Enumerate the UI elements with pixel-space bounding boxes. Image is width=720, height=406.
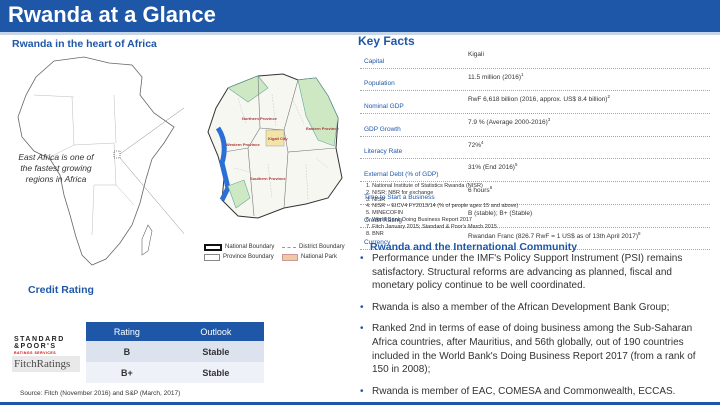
- fact-value: RwF 6,618 billion (2016, approx. US$ 8.4…: [468, 94, 610, 104]
- legend-swatch-province: [204, 253, 220, 261]
- sp-logo-line2: &POOR'S: [14, 343, 57, 350]
- col-rating-header: Rating: [86, 322, 168, 341]
- table-row: B Stable: [86, 341, 264, 362]
- label-kigali: Kigali City: [268, 136, 288, 141]
- footnote: 7. Fitch January 2015; Standard & Poor's…: [366, 223, 497, 230]
- legend-swatch-national: [204, 243, 222, 251]
- fact-label: Literacy Rate: [364, 148, 403, 156]
- footnote: 1. National Institute of Statistics Rwan…: [366, 183, 483, 189]
- fact-label: Population: [364, 80, 395, 88]
- outlook-cell: Stable: [167, 341, 264, 362]
- fact-value: Kigali: [468, 51, 484, 59]
- madagascar-outline: [141, 224, 153, 256]
- fact-row: Literacy Rate 72%4: [360, 137, 710, 160]
- fact-row: GDP Growth 7.9 % (Average 2000-2016)3: [360, 114, 710, 137]
- map-legend: National Boundary District Boundary Prov…: [204, 242, 360, 262]
- fact-value: 31% (End 2016)5: [468, 162, 518, 172]
- col-outlook-header: Outlook: [167, 322, 264, 341]
- title-bar: Rwanda at a Glance: [0, 0, 720, 32]
- fact-row: Capital Kigali: [360, 46, 710, 69]
- legend-province-boundary: Province Boundary: [223, 254, 274, 260]
- label-southern: Southern Province: [250, 176, 286, 181]
- fact-label: Nominal GDP: [364, 103, 404, 111]
- page-title: Rwanda at a Glance: [8, 2, 216, 27]
- legend-swatch-park: [282, 253, 298, 261]
- community-bullets: Performance under the IMF's Policy Suppo…: [358, 252, 708, 406]
- footnote: 4. NISR – EICV4 FY2013/14 (% of people a…: [366, 203, 519, 210]
- table-row: B+ Stable: [86, 362, 264, 383]
- outlook-cell: Stable: [167, 362, 264, 383]
- fact-value: 11.5 million (2016)1: [468, 71, 524, 81]
- east-africa-note: East Africa is one of the fastest growin…: [18, 152, 94, 184]
- credit-rating-table: Rating Outlook B Stable B+ Stable: [86, 322, 264, 383]
- fact-row: Population 11.5 million (2016)1: [360, 69, 710, 92]
- sp-logo: STANDARD &POOR'S RATINGS SERVICES: [14, 336, 65, 357]
- fact-row: External Debt (% of GDP) 31% (End 2016)5: [360, 159, 710, 183]
- footnote: 8. BNR: [366, 230, 384, 237]
- legend-national-park: National Park: [301, 254, 338, 260]
- bullet-item: Rwanda is also a member of the African D…: [358, 301, 708, 315]
- fact-label: Capital: [364, 57, 385, 65]
- fact-value: 72%4: [468, 139, 484, 149]
- rating-cell: B: [86, 341, 168, 362]
- rwanda-map: Northern Province Eastern Province Weste…: [207, 73, 343, 219]
- fitch-logo: FitchRatings: [12, 356, 80, 372]
- legend-district-boundary: District Boundary: [299, 244, 345, 250]
- fact-label: External Debt (% of GDP): [364, 171, 439, 179]
- key-facts-footnotes: 1. National Institute of Statistics Rwan…: [366, 183, 518, 237]
- sp-logo-line1: STANDARD: [14, 336, 65, 343]
- fact-label: GDP Growth: [364, 125, 401, 133]
- label-northern: Northern Province: [242, 116, 278, 121]
- label-eastern: Eastern Province: [306, 126, 339, 131]
- footnote: 3. NISR: [366, 196, 386, 203]
- fact-value: 7.9 % (Average 2000-2016)3: [468, 117, 551, 127]
- bullet-item: Performance under the IMF's Policy Suppo…: [358, 252, 708, 293]
- fact-row: Nominal GDP RwF 6,618 billion (2016, app…: [360, 91, 710, 115]
- source-note: Source: Fitch (November 2016) and S&P (M…: [20, 390, 181, 397]
- bullet-item: Rwanda is member of EAC, COMESA and Comm…: [358, 385, 708, 399]
- footnote: 2. NISR; NBR for exchange: [366, 189, 434, 196]
- label-western: Western Province: [226, 142, 260, 147]
- footnote: 6. World Bank Doing Business Report 2017: [366, 216, 472, 223]
- rating-cell: B+: [86, 362, 168, 383]
- bullet-item: Ranked 2nd in terms of ease of doing bus…: [358, 322, 708, 376]
- legend-swatch-district: [282, 246, 296, 248]
- legend-national-boundary: National Boundary: [225, 244, 275, 250]
- africa-section-title: Rwanda in the heart of Africa: [12, 38, 157, 50]
- credit-section-title: Credit Rating: [28, 284, 94, 296]
- footnote: 5. MINECOFIN: [366, 210, 403, 217]
